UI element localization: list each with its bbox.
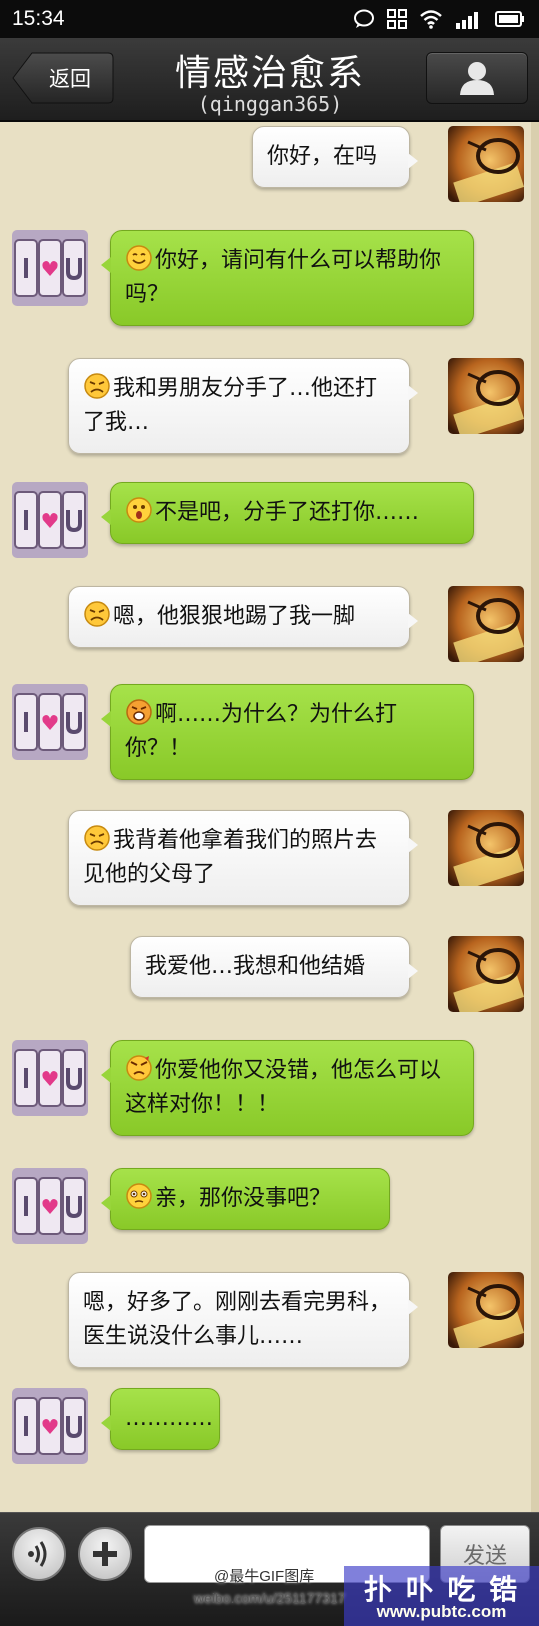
sad-emoji-icon [84,373,110,399]
glasses-avatar-image [448,936,524,1012]
contact-avatar[interactable] [12,1040,88,1116]
battery-icon [495,11,524,27]
message-text: 你爱他你又没错，他怎么可以这样对你！！！ [125,1058,442,1117]
chat-title: 情感治愈系 [174,53,365,94]
glasses-avatar-image [448,126,524,202]
profile-button[interactable] [426,52,528,104]
back-label: 返回 [49,67,91,91]
message-text: 我爱他…我想和他结婚 [145,954,366,979]
message-bubble[interactable]: 啊……为什么？为什么打你？！ [101,684,474,780]
message-bubble[interactable]: 你好，请问有什么可以帮助你吗？ [101,230,474,326]
message-text: 嗯，好多了。刚刚去看完男科，医生说没什么事儿…… [83,1290,392,1349]
weibo-url: weibo.com/u/251177317 [194,1590,346,1606]
contact-avatar[interactable] [12,1388,88,1464]
voice-wave-icon [28,1541,47,1567]
contact-avatar[interactable] [12,482,88,558]
status-icons [353,8,525,30]
message-text: 亲，那你没事吧？ [155,1186,332,1211]
my-avatar[interactable] [448,358,524,434]
i-love-u-avatar-image [12,1040,88,1116]
chat-header: 返回 情感治愈系 (qinggan365) [0,38,539,122]
i-love-u-avatar-image [12,482,88,558]
smile-emoji-icon [126,245,152,271]
chat-area[interactable]: 你好，在吗 你好，请问有什么可以帮助你吗？ 我和男朋友分手了…他还打了我… 不是… [0,122,539,1512]
plus-icon [93,1542,117,1566]
contact-avatar[interactable] [12,684,88,760]
message-bubble[interactable]: 亲，那你没事吧？ [101,1168,390,1230]
my-avatar[interactable] [448,810,524,886]
surprised-emoji-icon [126,497,152,523]
i-love-u-avatar-image [12,1168,88,1244]
contact-avatar[interactable] [12,230,88,306]
glasses-avatar-image [448,810,524,886]
chat-subtitle: (qinggan365) [197,92,343,116]
message-bubble[interactable]: 我和男朋友分手了…他还打了我… [68,358,418,454]
glasses-avatar-image [448,1272,524,1348]
i-love-u-avatar-image [12,684,88,760]
message-bubble[interactable]: 你爱他你又没错，他怎么可以这样对你！！！ [101,1040,474,1136]
message-text: 不是吧，分手了还打你…… [155,500,420,525]
message-text: 我背着他拿着我们的照片去见他的父母了 [83,828,378,887]
back-button[interactable]: 返回 [12,52,114,104]
signal-icon [456,12,478,29]
voice-button[interactable] [12,1527,66,1581]
message-bubble[interactable]: 你好，在吗 [252,126,418,188]
angry-emoji-icon [126,1055,152,1081]
status-bar: 15:34 [0,0,539,38]
worried-emoji-icon [126,1183,152,1209]
message-bubble[interactable]: 嗯，好多了。刚刚去看完男科，医生说没什么事儿…… [68,1272,418,1368]
site-watermark: 扑 卟 吃 锆 www.pubtc.com [344,1566,539,1626]
message-bubble[interactable]: 我背着他拿着我们的照片去见他的父母了 [68,810,418,906]
i-love-u-avatar-image [12,1388,88,1464]
grid-icon [387,9,407,29]
my-avatar[interactable] [448,1272,524,1348]
message-text: 嗯，他狠狠地踢了我一脚 [113,604,356,629]
message-bubble[interactable]: ………… [101,1388,220,1450]
my-avatar[interactable] [448,936,524,1012]
weibo-credit: @最牛GIF图库 [214,1568,315,1585]
message-text: 啊……为什么？为什么打你？！ [125,702,398,761]
message-text: 你好，在吗 [267,144,378,169]
shocked-emoji-icon [126,699,152,725]
message-bubble[interactable]: 不是吧，分手了还打你…… [101,482,474,544]
message-bubble[interactable]: 嗯，他狠狠地踢了我一脚 [68,586,418,648]
wifi-icon [420,10,442,29]
status-time: 15:34 [12,7,65,30]
add-button[interactable] [78,1527,132,1581]
message-bubble[interactable]: 我爱他…我想和他结婚 [130,936,418,998]
message-text: 你好，请问有什么可以帮助你吗？ [125,248,442,307]
sad-emoji-icon [84,825,110,851]
watermark-url: www.pubtc.com [376,1602,507,1621]
message-text: ………… [125,1406,213,1431]
contact-avatar[interactable] [12,1168,88,1244]
i-love-u-avatar-image [12,230,88,306]
message-text: 我和男朋友分手了…他还打了我… [83,376,378,435]
glasses-avatar-image [448,358,524,434]
glasses-avatar-image [448,586,524,662]
sad-emoji-icon [84,601,110,627]
person-icon [460,62,494,95]
chat-bubble-icon [354,9,374,28]
my-avatar[interactable] [448,126,524,202]
my-avatar[interactable] [448,586,524,662]
